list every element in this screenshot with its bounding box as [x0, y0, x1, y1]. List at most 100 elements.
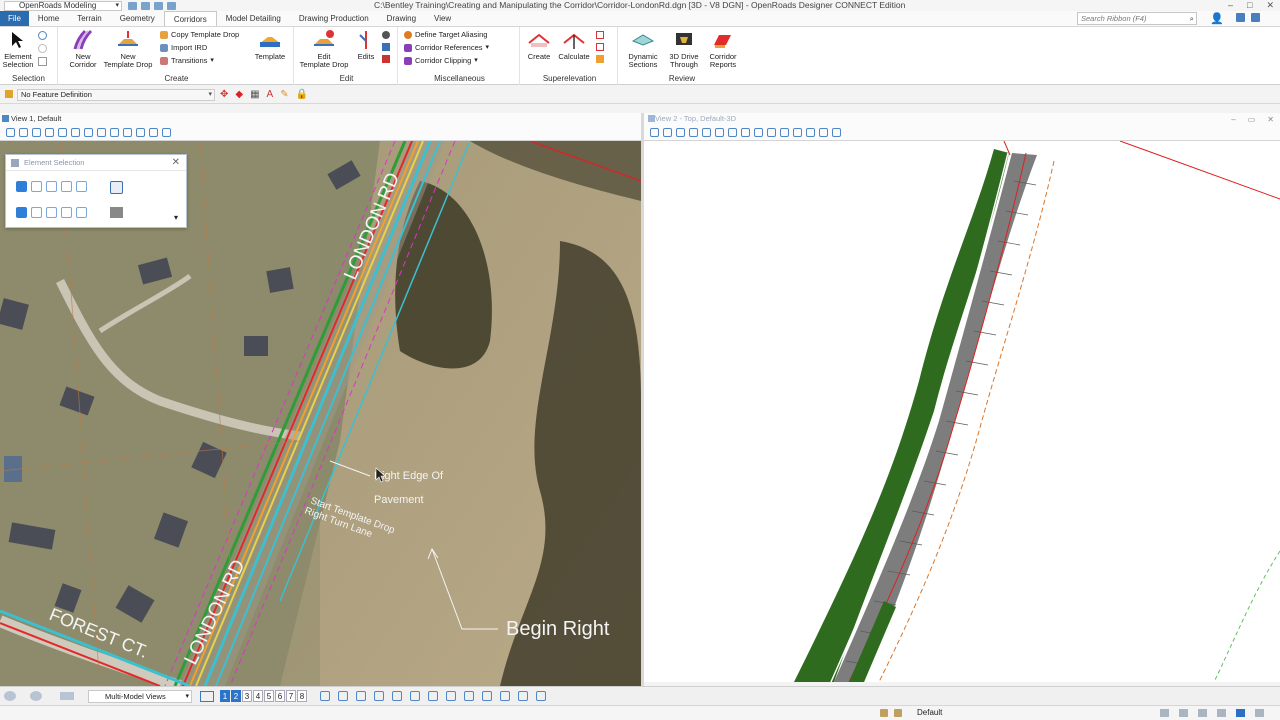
clip-volume-icon[interactable]: [793, 128, 802, 137]
invert-mode-icon[interactable]: [61, 207, 72, 218]
feature-tool-grid-icon[interactable]: ▦: [250, 89, 259, 101]
individual-method-icon[interactable]: [16, 181, 27, 192]
accudraw-settings-icon[interactable]: [320, 691, 330, 701]
active-level[interactable]: Default: [917, 708, 942, 717]
view-button-8[interactable]: 8: [297, 690, 307, 702]
print-icon[interactable]: [167, 1, 176, 10]
walk-icon[interactable]: [754, 128, 763, 137]
clear-selection-icon[interactable]: [110, 181, 123, 194]
tab-drawing[interactable]: Drawing: [378, 11, 425, 26]
edits-button[interactable]: Edits: [354, 29, 378, 61]
view-display-icon[interactable]: [19, 128, 28, 137]
camera-icon[interactable]: [832, 128, 841, 137]
zoom-in-icon[interactable]: [45, 128, 54, 137]
forward-arrow-icon[interactable]: [30, 691, 42, 701]
edit-tool-2-icon[interactable]: [382, 43, 390, 51]
view-next-icon[interactable]: [780, 128, 789, 137]
view-button-7[interactable]: 7: [286, 690, 296, 702]
nearest-snap-icon[interactable]: [374, 691, 384, 701]
select-circle-icon[interactable]: [38, 31, 47, 40]
origin-snap-icon[interactable]: [428, 691, 438, 701]
tangent-snap-icon[interactable]: [482, 691, 492, 701]
keypoint-snap-icon[interactable]: [356, 691, 366, 701]
view-next-icon[interactable]: [123, 128, 132, 137]
select-shape-icon[interactable]: [38, 44, 47, 53]
block-method-icon[interactable]: [31, 181, 42, 192]
view-button-4[interactable]: 4: [253, 690, 263, 702]
save-status-icon[interactable]: [1217, 709, 1226, 717]
tab-view[interactable]: View: [425, 11, 460, 26]
view-button-5[interactable]: 5: [264, 690, 274, 702]
view-previous-icon[interactable]: [767, 128, 776, 137]
close-button[interactable]: ✕: [1266, 0, 1274, 10]
view-button-1[interactable]: 1: [220, 690, 230, 702]
tab-drawing-production[interactable]: Drawing Production: [290, 11, 378, 26]
superelevation-calculate-button[interactable]: Calculate: [556, 29, 592, 61]
view-group-icon[interactable]: [60, 692, 74, 700]
parallel-snap-icon[interactable]: [518, 691, 528, 701]
select-block-icon[interactable]: [38, 57, 47, 66]
view-button-6[interactable]: 6: [275, 690, 285, 702]
search-icon[interactable]: ⌕: [1190, 13, 1194, 24]
snap-settings-icon[interactable]: [536, 691, 546, 701]
transitions-button[interactable]: Transitions ▾: [160, 56, 214, 66]
message-icon[interactable]: [880, 709, 888, 717]
redo-icon[interactable]: [154, 1, 163, 10]
tab-geometry[interactable]: Geometry: [111, 11, 164, 26]
add-mode-icon[interactable]: [31, 207, 42, 218]
copy-template-drop-button[interactable]: Copy Template Drop: [160, 30, 239, 40]
zoom-out-icon[interactable]: [58, 128, 67, 137]
view-button-2[interactable]: 2: [231, 690, 241, 702]
line-method-icon[interactable]: [76, 181, 87, 192]
view-group-dropdown[interactable]: Multi-Model Views ▾: [88, 690, 192, 703]
workspace-dropdown[interactable]: OpenRoads Modeling ▾: [4, 0, 122, 11]
zoom-in-icon[interactable]: [689, 128, 698, 137]
ribbon-search-input[interactable]: Search Ribbon (F4) ⌕: [1077, 12, 1197, 25]
undo-icon[interactable]: [141, 1, 150, 10]
select-all-icon[interactable]: [76, 207, 87, 218]
walk-icon[interactable]: [136, 128, 145, 137]
new-template-drop-button[interactable]: New Template Drop: [102, 29, 154, 69]
feature-tool-lock-icon[interactable]: 🔒: [296, 89, 308, 101]
view2-canvas[interactable]: [644, 141, 1280, 682]
subtract-mode-icon[interactable]: [46, 207, 57, 218]
template-button[interactable]: Template: [250, 29, 290, 61]
element-selection-button[interactable]: Element Selection: [2, 29, 34, 69]
window-area-icon[interactable]: [715, 128, 724, 137]
view2-minimize-button[interactable]: –: [1231, 115, 1235, 124]
model-icon[interactable]: [1160, 709, 1169, 717]
new-mode-icon[interactable]: [16, 207, 27, 218]
edit-template-drop-button[interactable]: Edit Template Drop: [296, 29, 352, 69]
feature-tool-red-icon[interactable]: ◆: [235, 89, 243, 101]
view-previous-icon[interactable]: [110, 128, 119, 137]
clip-volume-icon[interactable]: [149, 128, 158, 137]
element-selection-dialog-header[interactable]: Element Selection ✕: [6, 155, 186, 171]
view-attributes-icon[interactable]: [6, 128, 15, 137]
feature-tool-pen-icon[interactable]: ✎: [280, 89, 288, 101]
connect-icon[interactable]: [1236, 13, 1245, 22]
tab-terrain[interactable]: Terrain: [68, 11, 110, 26]
camera-icon[interactable]: [162, 128, 171, 137]
connect-status-icon[interactable]: [1236, 709, 1245, 717]
maximize-button[interactable]: □: [1247, 0, 1252, 10]
tab-corridors[interactable]: Corridors: [163, 11, 217, 26]
view-display-icon[interactable]: [663, 128, 672, 137]
view-button-3[interactable]: 3: [242, 690, 252, 702]
design-file-icon[interactable]: [1179, 709, 1188, 717]
view-windows-icon[interactable]: [200, 691, 214, 702]
import-ird-button[interactable]: Import IRD: [160, 43, 207, 53]
drive-through-button[interactable]: 3D Drive Through: [666, 29, 702, 69]
shape-method-icon[interactable]: [46, 181, 57, 192]
feature-tool-text-icon[interactable]: A: [267, 89, 274, 101]
edit-tool-1-icon[interactable]: [382, 31, 390, 39]
save-icon[interactable]: [128, 1, 137, 10]
view-attributes-icon[interactable]: [650, 128, 659, 137]
super-tool-2-icon[interactable]: [596, 43, 604, 51]
close-icon[interactable]: ✕: [172, 155, 180, 171]
new-corridor-button[interactable]: New Corridor: [66, 29, 100, 69]
center-snap-icon[interactable]: [410, 691, 420, 701]
user-icon[interactable]: 👤: [1210, 12, 1224, 25]
superelevation-create-button[interactable]: Create: [524, 29, 554, 61]
selection-settings-icon[interactable]: [110, 207, 123, 218]
intersection-snap-icon[interactable]: [464, 691, 474, 701]
